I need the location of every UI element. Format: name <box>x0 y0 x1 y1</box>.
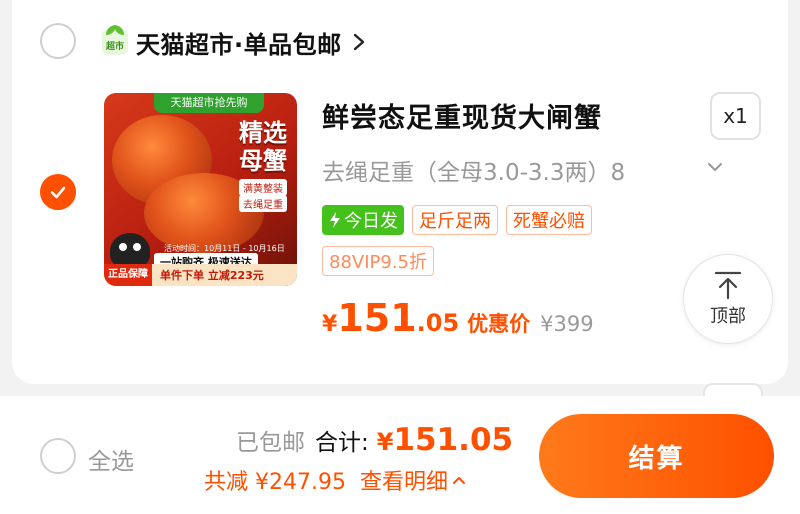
chevron-right-icon <box>353 33 364 51</box>
price-decimal: .05 <box>416 309 460 337</box>
service-tags: 今日发 足斤足两 死蟹必赔 <box>322 205 592 235</box>
thumb-tag: 去绳足重 <box>239 195 287 212</box>
discount-summary: 共减 ¥247.95 查看明细 <box>204 464 466 496</box>
card-separator <box>0 384 800 396</box>
original-price: ¥399 <box>540 312 594 336</box>
price-currency: ¥ <box>322 312 338 337</box>
tag-88vip: 88VIP9.5折 <box>322 246 435 276</box>
total-value: 151.05 <box>393 422 514 458</box>
select-all-radio[interactable] <box>40 438 76 474</box>
shop-select-radio[interactable] <box>40 23 76 59</box>
product-thumbnail[interactable]: 天猫超市抢先购 精选 母蟹 满黄整装 去绳足重 活动时间：10月11日 - 10… <box>104 93 297 286</box>
quantity-button[interactable]: x1 <box>710 92 761 140</box>
item-select-checkbox[interactable] <box>40 174 76 210</box>
product-title[interactable]: 鲜尝态足重现货大闸蟹 <box>322 96 602 135</box>
chevron-down-icon[interactable] <box>706 160 724 174</box>
scroll-to-top-label: 顶部 <box>710 306 746 327</box>
total-currency: ¥ <box>376 428 394 456</box>
next-item-peek <box>703 383 763 397</box>
tag-full-weight: 足斤足两 <box>412 205 498 235</box>
thumb-bottom-band: 正品保障 单件下单 立减223元 <box>104 264 297 286</box>
sku-selector[interactable]: 去绳足重（全母3.0-3.3两）8 <box>322 153 625 187</box>
total-label: 合计: <box>315 430 369 456</box>
tmall-supermarket-logo-icon: 超市 <box>102 25 128 55</box>
arrow-up-icon <box>714 271 742 300</box>
price-integer: 151 <box>337 296 417 340</box>
tag-dead-crab-compensation: 死蟹必赔 <box>506 205 592 235</box>
thumb-title: 精选 母蟹 <box>239 119 287 175</box>
thumb-tag: 满黄整装 <box>239 179 287 196</box>
shop-name: 天猫超市·单品包邮 <box>136 30 342 59</box>
tag-ships-today: 今日发 <box>322 205 404 235</box>
thumb-guarantee: 正品保障 <box>104 264 152 286</box>
view-detail-link[interactable]: 查看明细 <box>360 464 466 496</box>
check-icon <box>50 186 66 199</box>
total-summary: 已包邮 合计: ¥ 151.05 <box>236 422 513 458</box>
select-all-label[interactable]: 全选 <box>88 442 134 476</box>
sku-text: 去绳足重（全母3.0-3.3两）8 <box>322 160 626 186</box>
price-row: ¥ 151 .05 优惠价 ¥399 <box>322 296 594 340</box>
thumb-top-band: 天猫超市抢先购 <box>154 93 264 113</box>
free-shipping-label: 已包邮 <box>236 430 305 456</box>
chevron-up-icon <box>453 477 465 484</box>
checkout-button[interactable]: 结算 <box>539 414 774 498</box>
thumb-promo: 单件下单 立减223元 <box>160 269 264 282</box>
price-label: 优惠价 <box>467 312 531 336</box>
shop-header[interactable]: 超市 天猫超市·单品包邮 <box>102 24 366 60</box>
saved-amount: 共减 ¥247.95 <box>204 470 346 495</box>
scroll-to-top-button[interactable]: 顶部 <box>683 254 773 344</box>
lightning-icon <box>330 212 340 228</box>
